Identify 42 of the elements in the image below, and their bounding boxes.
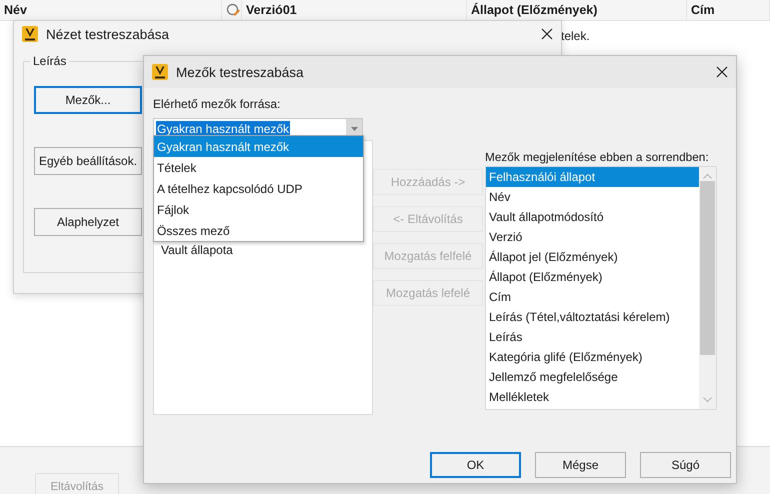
list-item[interactable]: Kategória glifé (Előzmények) — [486, 347, 699, 367]
dialog-button[interactable]: Alaphelyzet — [34, 208, 142, 236]
shown-fields-list[interactable] — [485, 166, 717, 410]
column-header[interactable]: Cím — [687, 0, 770, 20]
list-item[interactable]: Felhasználói állapot — [486, 167, 699, 187]
app-logo-icon — [152, 64, 168, 80]
field-label: Elérhető mezők forrása: — [153, 97, 282, 113]
dropdown-option[interactable]: Tételek — [154, 157, 363, 178]
dialog-button[interactable]: OK — [430, 452, 521, 478]
list-item[interactable]: Állapot (Előzmények) — [486, 267, 699, 287]
close-icon[interactable] — [541, 28, 553, 40]
scroll-down-icon[interactable] — [703, 397, 712, 403]
dropdown-arrow-icon[interactable] — [350, 127, 358, 131]
table-cell: telek. — [561, 29, 590, 43]
app-logo-icon — [22, 26, 38, 42]
group-label: Leírás — [30, 54, 70, 68]
list-item[interactable]: Vault állapotmódosító — [486, 207, 699, 227]
window-title: Nézet testreszabása — [46, 26, 170, 42]
dialog-button[interactable]: Súgó — [640, 452, 731, 478]
pencil-circle-icon — [226, 2, 241, 18]
list-item[interactable]: Leírás (Tétel,változtatási kérelem) — [486, 307, 699, 327]
dialog-button[interactable]: Mégse — [535, 452, 626, 478]
list-item[interactable]: Leírás — [486, 327, 699, 347]
list-item[interactable]: Verzió — [486, 227, 699, 247]
list-item[interactable]: Cím — [486, 287, 699, 307]
scrollbar-thumb[interactable] — [700, 181, 715, 355]
window-title: Mezők testreszabása — [176, 64, 305, 80]
dropdown-option[interactable]: Gyakran használt mezők — [154, 136, 363, 157]
dialog-button[interactable]: Mezők... — [34, 86, 142, 114]
dropdown-option[interactable]: Összes mező — [154, 220, 363, 241]
scroll-up-icon[interactable] — [703, 173, 712, 179]
list-item[interactable]: Állapot jel (Előzmények) — [486, 247, 699, 267]
list-item[interactable]: Mellékletek — [486, 387, 699, 407]
list-item[interactable]: Jellemző megfelelősége — [486, 367, 699, 387]
list-item[interactable]: Vault állapota — [158, 240, 372, 260]
dropdown-option[interactable]: A tételhez kapcsolódó UDP — [154, 178, 363, 199]
scrollbar[interactable] — [699, 167, 716, 409]
field-label: Mezők megjelenítése ebben a sorrendben: — [485, 150, 710, 166]
dialog-button[interactable]: Egyéb beállítások. — [34, 147, 142, 175]
dropdown-option[interactable]: Fájlok — [154, 199, 363, 220]
close-icon[interactable] — [716, 66, 728, 78]
list-item[interactable]: Név — [486, 187, 699, 207]
